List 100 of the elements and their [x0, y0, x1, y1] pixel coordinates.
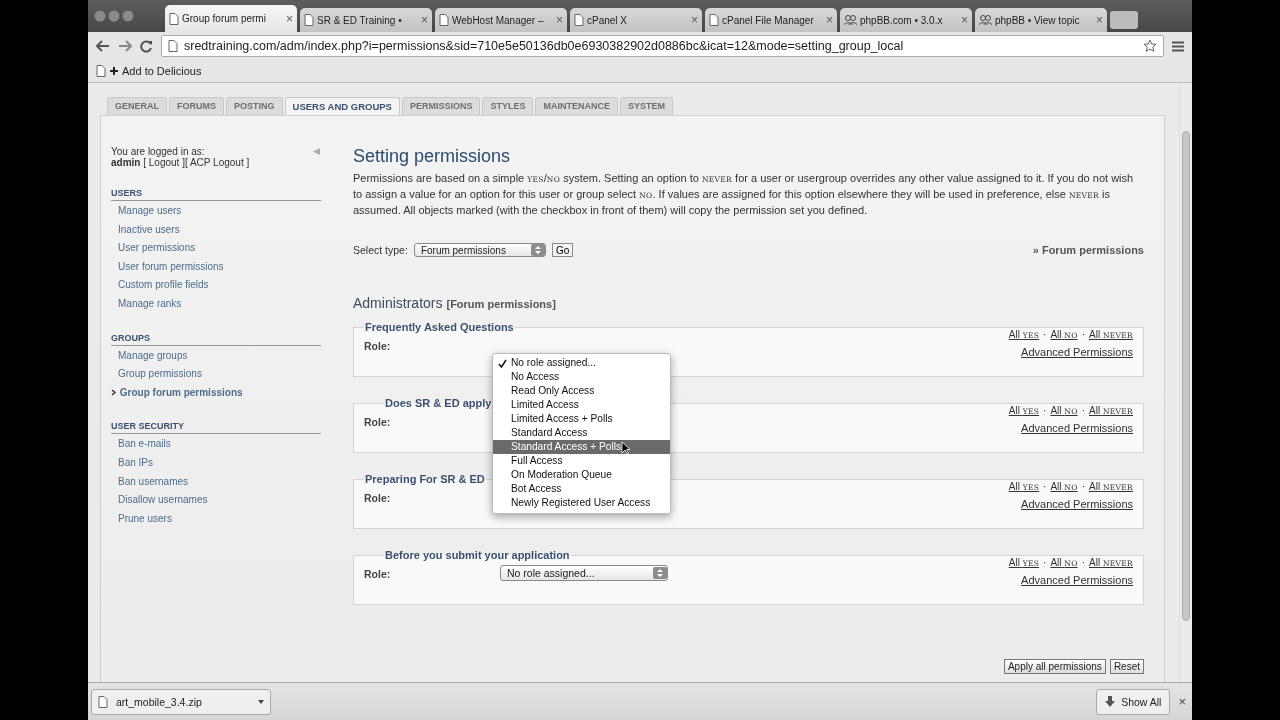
forward-icon[interactable] [118, 40, 132, 52]
people-icon [979, 14, 992, 26]
sidebar-item[interactable]: Custom profile fields [111, 276, 321, 294]
role-label: Role: [364, 416, 392, 428]
go-button[interactable]: Go [551, 243, 574, 257]
plus-icon [110, 67, 118, 75]
separator: · [1043, 481, 1047, 492]
menu-icon[interactable] [1172, 40, 1184, 52]
sidebar-item[interactable]: Inactive users [111, 220, 321, 239]
sidebar-item[interactable]: User permissions [111, 239, 321, 257]
bookmark-link[interactable]: Add to Delicious [122, 65, 202, 77]
role-label: Role: [364, 340, 392, 352]
sidebar-item[interactable]: Group forum permissions [111, 383, 321, 402]
browser-tab[interactable]: phpBB.com • 3.0.x × [840, 8, 972, 32]
form-button[interactable]: Reset [1109, 659, 1144, 674]
page-tab[interactable]: POSTING [226, 97, 283, 115]
sidebar-item[interactable]: Manage users [111, 202, 321, 220]
group-name: Administrators [353, 295, 443, 311]
caret-icon[interactable] [258, 699, 264, 704]
logout-link[interactable]: [ Logout ] [143, 157, 185, 168]
download-icon [1105, 696, 1116, 707]
menu-item[interactable]: No Access [493, 370, 670, 384]
people-icon [844, 14, 857, 26]
menu-item[interactable]: Standard Access + Polls [493, 440, 670, 454]
page-tab[interactable]: SYSTEM [620, 97, 673, 115]
sidebar-item[interactable]: Manage ranks [111, 294, 321, 313]
back-icon[interactable] [96, 40, 110, 52]
menu-item[interactable]: Limited Access + Polls [493, 412, 670, 426]
menu-item[interactable]: Read Only Access [493, 384, 670, 398]
sidebar-item[interactable]: Ban IPs [111, 453, 321, 472]
advanced-link[interactable]: Advanced Permissions [1021, 346, 1133, 358]
show-all-button[interactable]: Show All [1096, 688, 1171, 715]
sidebar-item[interactable]: Group permissions [111, 365, 321, 383]
address-field[interactable]: sredtraining.com/adm/index.php?i=permissions&sid=710e5e50136db0e6930382902d0886bc&icat=12&mode=setting_group_local [161, 35, 1164, 57]
type-select[interactable]: Forum permissions [413, 243, 546, 257]
chevron-icon [111, 388, 117, 396]
page-tab[interactable]: STYLES [482, 97, 534, 115]
sidebar-item[interactable]: User forum permissions [111, 257, 321, 276]
select-arrows-icon [530, 244, 545, 256]
page-tab[interactable]: USERS AND GROUPS [284, 97, 400, 115]
sidebar-heading: USERS [111, 188, 321, 201]
browser-tab[interactable]: Group forum permi × [165, 5, 297, 32]
page-icon [169, 12, 179, 25]
section-legend: Does SR & ED apply [384, 397, 493, 409]
advanced-link[interactable]: Advanced Permissions [1021, 498, 1133, 510]
page-icon [709, 14, 719, 26]
page-icon [574, 14, 584, 26]
browser-tab[interactable]: cPanel X × [570, 8, 702, 32]
page-icon [168, 40, 178, 52]
window-controls-icon[interactable] [94, 9, 134, 23]
separator: · [1043, 329, 1047, 340]
menu-item[interactable]: On Moderation Queue [493, 468, 670, 482]
advanced-link[interactable]: Advanced Permissions [1021, 574, 1133, 586]
close-icon[interactable]: × [1178, 694, 1186, 709]
sidebar-item[interactable]: Prune users [111, 509, 321, 528]
menu-item[interactable]: No role assigned... [493, 356, 670, 370]
page-tab[interactable]: GENERAL [107, 97, 167, 115]
advanced-link[interactable]: Advanced Permissions [1021, 422, 1133, 434]
sidebar-item[interactable]: Manage groups [111, 346, 321, 365]
section-legend: Frequently Asked Questions [364, 321, 515, 333]
download-item[interactable]: art_mobile_3.4.zip [91, 688, 271, 715]
separator: · [1081, 481, 1085, 492]
check-icon [498, 359, 507, 368]
page-title: Setting permissions [353, 146, 512, 167]
menu-item[interactable]: Newly Registered User Access [493, 496, 670, 510]
page-icon [96, 65, 106, 77]
cursor-icon [621, 441, 630, 455]
reload-icon[interactable] [140, 39, 153, 53]
menu-item[interactable]: Standard Access [493, 426, 670, 440]
sidebar-item[interactable]: Ban usernames [111, 472, 321, 491]
page-icon [98, 695, 108, 708]
separator: · [1043, 557, 1047, 568]
separator: · [1081, 557, 1085, 568]
browser-tab[interactable]: SR & ED Training • × [300, 8, 432, 32]
form-button[interactable]: Apply all permissions [1003, 659, 1106, 674]
scrollbar-thumb[interactable] [1182, 131, 1190, 621]
sidebar-item[interactable]: Ban e-mails [111, 435, 321, 453]
menu-item[interactable]: Bot Access [493, 482, 670, 496]
star-icon[interactable] [1143, 39, 1157, 53]
role-select[interactable]: No role assigned... [500, 565, 668, 581]
sidebar-heading: GROUPS [111, 332, 321, 346]
menu-item[interactable]: Full Access [493, 454, 670, 468]
role-label: Role: [364, 568, 392, 580]
page-tab[interactable]: FORUMS [169, 97, 224, 115]
separator: · [1043, 405, 1047, 416]
menu-item[interactable]: Limited Access [493, 398, 670, 412]
separator: · [1081, 405, 1085, 416]
sidebar-item[interactable]: Disallow usernames [111, 491, 321, 509]
page-icon [304, 14, 314, 26]
group-type: [Forum permissions] [446, 298, 556, 310]
breadcrumb: » Forum permissions [1032, 244, 1144, 256]
separator: · [1081, 329, 1085, 340]
username: admin [111, 157, 141, 168]
browser-tab[interactable]: cPanel File Manager × [705, 8, 837, 32]
page-tab[interactable]: MAINTENANCE [535, 97, 618, 115]
browser-tab[interactable]: phpBB • View topic × [975, 8, 1107, 32]
login-label: You are logged in as: [111, 146, 205, 157]
page-tab[interactable]: PERMISSIONS [401, 97, 481, 115]
browser-tab[interactable]: WebHost Manager – × [435, 8, 567, 32]
select-type-label: Select type: [353, 244, 408, 256]
